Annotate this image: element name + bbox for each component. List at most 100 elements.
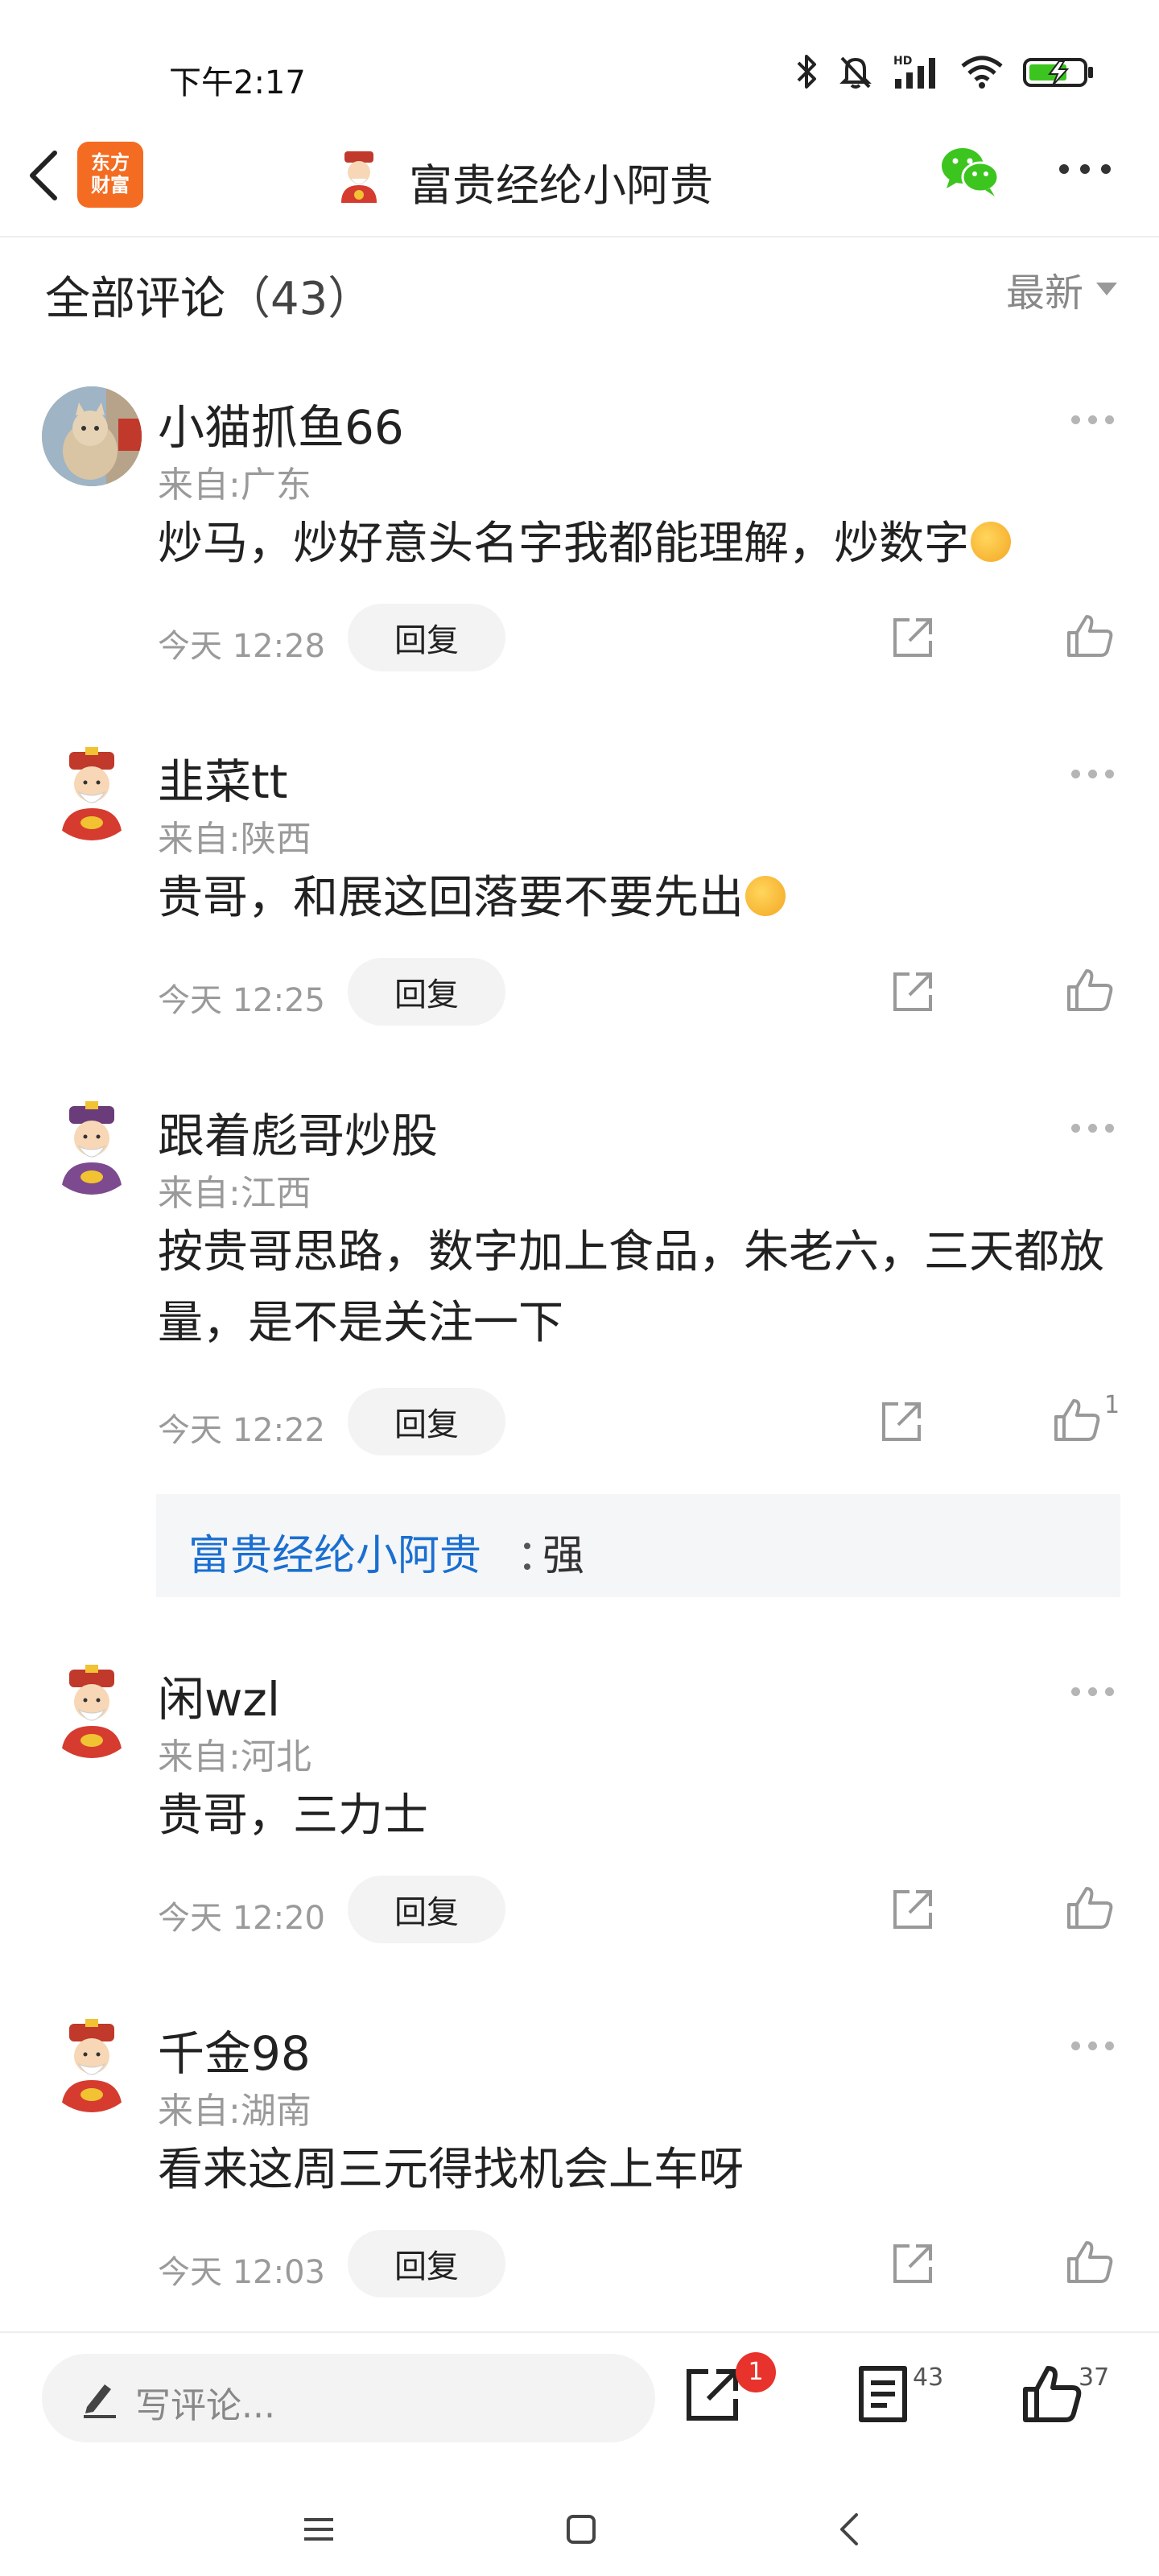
share-icon[interactable]	[889, 613, 937, 662]
comment-time: 今天 12:03	[158, 2254, 325, 2291]
thumbs-up-icon[interactable]	[1021, 2363, 1083, 2425]
username[interactable]: 闲wzl	[158, 1662, 280, 1729]
comment-input-placeholder: 写评论...	[135, 2385, 275, 2426]
comment-more-icon[interactable]	[1071, 1687, 1114, 1696]
user-location: 来自:陕西	[158, 819, 311, 860]
thumbs-up-icon[interactable]	[1051, 1396, 1103, 1444]
username[interactable]: 千金98	[158, 2016, 311, 2083]
author-reply: 富贵经纶小阿贵 ： 强	[156, 1494, 1120, 1597]
comment-text: 炒马，炒好意头名字我都能理解，炒数字	[158, 509, 1124, 580]
comment-body-line1: 按贵哥思路，数字加上食品，朱老六，三天都放	[158, 1226, 1104, 1278]
author-avatar[interactable]	[330, 147, 388, 204]
fortune-god-avatar	[42, 741, 142, 840]
username[interactable]: 小猫抓鱼66	[158, 390, 404, 457]
hd-label: HD	[893, 55, 912, 68]
thumbs-up-icon[interactable]	[1064, 1884, 1116, 1932]
page-title: 富贵经纶小阿贵	[409, 160, 713, 211]
comment-body: 炒马，炒好意头名字我都能理解，炒数字	[158, 518, 969, 570]
comment-time: 今天 12:28	[158, 628, 325, 665]
comments-count: （43）	[225, 273, 373, 325]
reply-author[interactable]: 富贵经纶小阿贵	[188, 1521, 481, 1582]
chevron-left-icon	[30, 151, 57, 200]
wechat-icon[interactable]	[938, 143, 1003, 200]
thumbs-up-icon[interactable]	[1064, 612, 1116, 660]
comment-time: 今天 12:20	[158, 1900, 325, 1937]
share-badge: 1	[736, 2352, 776, 2392]
reply-text: 强	[542, 1532, 585, 1580]
bottom-divider	[0, 2331, 1159, 2333]
thumbs-up-icon[interactable]	[1064, 2238, 1116, 2286]
like-count-badge: 37	[1079, 2363, 1110, 2392]
reply-button[interactable]: 回复	[348, 958, 505, 1026]
username[interactable]: 韭菜tt	[158, 744, 287, 811]
avatar[interactable]	[42, 386, 142, 486]
sort-label: 最新	[1005, 270, 1083, 316]
comment-time: 今天 12:22	[158, 1412, 325, 1449]
comment-input[interactable]: 写评论...	[42, 2354, 655, 2442]
pencil-icon	[84, 2384, 116, 2418]
comments-title-label: 全部评论	[45, 273, 225, 325]
comment-more-icon[interactable]	[1071, 770, 1114, 778]
comment-list-icon[interactable]	[855, 2363, 911, 2425]
laughing-emoji	[745, 876, 786, 916]
reply-button[interactable]: 回复	[348, 604, 505, 671]
comment-text: 贵哥，和展这回落要不要先出	[158, 863, 1124, 934]
app-logo[interactable]: 东方 财富	[77, 142, 143, 208]
comment-body: 贵哥，和展这回落要不要先出	[158, 872, 744, 924]
comment-body: 看来这周三元得找机会上车呀	[158, 2144, 744, 2196]
like-count: 1	[1104, 1391, 1120, 1419]
comment-text: 贵哥，三力士	[158, 1781, 1124, 1852]
status-time: 下午2:17	[169, 64, 306, 101]
avatar[interactable]	[42, 1095, 142, 1195]
signal-icon: HD	[893, 55, 935, 89]
comment-more-icon[interactable]	[1071, 415, 1114, 424]
battery-charging-icon	[1023, 58, 1093, 87]
fortune-god-avatar	[42, 1658, 142, 1758]
user-location: 来自:河北	[158, 1736, 311, 1777]
caret-down-icon	[1096, 283, 1117, 295]
back-button[interactable]	[19, 143, 68, 208]
fortune-god-avatar	[42, 2013, 142, 2112]
more-horizontal-icon[interactable]	[1059, 164, 1111, 174]
home-icon[interactable]	[565, 2513, 597, 2545]
wifi-icon	[961, 56, 1003, 89]
menu-icon[interactable]	[301, 2515, 336, 2544]
bluetooth-icon	[797, 55, 816, 89]
comment-more-icon[interactable]	[1071, 1124, 1114, 1133]
back-nav-icon[interactable]	[837, 2512, 861, 2547]
comment-body-line2: 量，是不是关注一下	[158, 1297, 563, 1349]
fortune-god-avatar-purple	[42, 1095, 142, 1195]
reply-button[interactable]: 回复	[348, 1388, 505, 1455]
share-icon[interactable]	[889, 1885, 937, 1934]
share-icon[interactable]	[877, 1397, 926, 1446]
comment-time: 今天 12:25	[158, 982, 325, 1019]
status-bar: 下午2:17 HD	[0, 0, 1159, 121]
comments-header: 全部评论（43） 最新	[0, 238, 1159, 351]
avatar[interactable]	[42, 1658, 142, 1758]
comment-body: 贵哥，三力士	[158, 1790, 428, 1842]
comment-more-icon[interactable]	[1071, 2041, 1114, 2050]
reply-button[interactable]: 回复	[348, 2230, 505, 2297]
comments-title: 全部评论（43）	[45, 262, 373, 328]
user-location: 来自:湖南	[158, 2091, 311, 2132]
top-nav: 东方 财富 富贵经纶小阿贵	[0, 121, 1159, 237]
share-icon[interactable]	[889, 2240, 937, 2288]
reply-button[interactable]: 回复	[348, 1876, 505, 1943]
username[interactable]: 跟着彪哥炒股	[158, 1098, 438, 1166]
bell-muted-icon	[839, 56, 872, 89]
sweat-emoji	[971, 522, 1011, 562]
avatar[interactable]	[42, 2013, 142, 2112]
sort-dropdown[interactable]: 最新	[1006, 261, 1117, 317]
logo-line1: 东方	[91, 151, 130, 174]
user-location: 来自:广东	[158, 464, 311, 506]
cat-photo	[42, 386, 142, 486]
comment-text: 看来这周三元得找机会上车呀	[158, 2135, 1124, 2206]
avatar[interactable]	[42, 741, 142, 840]
user-location: 来自:江西	[158, 1173, 311, 1214]
thumbs-up-icon[interactable]	[1064, 966, 1116, 1014]
status-icons: HD	[795, 53, 1095, 90]
share-icon[interactable]	[889, 968, 937, 1016]
share-icon[interactable]	[683, 2363, 744, 2425]
logo-line2: 财富	[91, 174, 130, 196]
system-nav-bar	[0, 2479, 1159, 2576]
